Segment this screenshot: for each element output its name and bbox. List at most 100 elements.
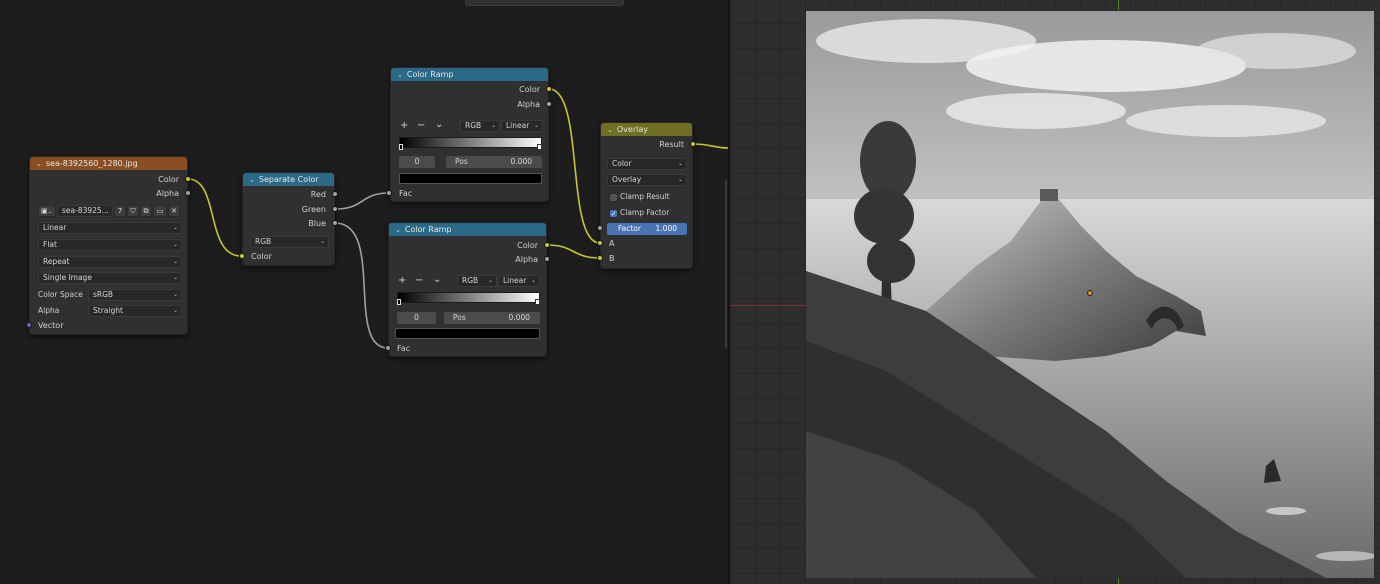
- overlay-data-type-dropdown[interactable]: Color ⌄: [607, 158, 687, 170]
- image-name-field[interactable]: sea-83925...: [57, 205, 113, 217]
- ramp-top-header[interactable]: ⌄ Color Ramp: [391, 68, 548, 81]
- ramp-top-fac-input-socket[interactable]: [386, 190, 392, 196]
- color-ramp-bottom-node[interactable]: ⌄ Color Ramp Color Alpha + − ⌄ RGB ⌄ Line…: [388, 222, 547, 357]
- overlay-mix-node[interactable]: ⌄ Overlay Result Color ⌄ Overlay ⌄ Clamp R…: [600, 122, 693, 269]
- ramp-top-pos-field[interactable]: Pos 0.000: [446, 156, 542, 168]
- ramp-top-index-field[interactable]: 0: [399, 156, 435, 168]
- color-ramp-top-node[interactable]: ⌄ Color Ramp Color Alpha + − ⌄ RGB ⌄ Line…: [390, 67, 549, 202]
- area-resize-handle[interactable]: [725, 180, 727, 348]
- input-vector-label: Vector: [38, 321, 64, 330]
- y-axis-line-bottom: [1118, 578, 1119, 584]
- extension-dropdown[interactable]: Repeat ⌄: [38, 256, 182, 268]
- sample-cursor-icon[interactable]: [1087, 290, 1093, 296]
- ramp-bottom-gradient[interactable]: [397, 292, 540, 303]
- ramp-bottom-index-field[interactable]: 0: [397, 312, 436, 324]
- x-axis-line: [730, 305, 806, 306]
- ramp-bottom-stop-white[interactable]: [535, 299, 540, 305]
- offscreen-node[interactable]: [465, 0, 624, 6]
- clamp-factor-checkbox[interactable]: ✓: [609, 209, 618, 218]
- ramp-menu-chevron-icon[interactable]: ⌄: [433, 275, 441, 285]
- image-texture-node[interactable]: ⌄ sea-8392560_1280.jpg Color Alpha ▣⌄ se…: [29, 156, 188, 335]
- collapse-chevron-icon[interactable]: ⌄: [249, 176, 255, 184]
- ramp-top-stop-color-swatch[interactable]: [399, 173, 542, 184]
- fake-user-shield-icon[interactable]: ⛉: [127, 205, 139, 217]
- separate-mode-dropdown[interactable]: RGB ⌄: [250, 236, 329, 248]
- output-blue-label: Blue: [308, 219, 326, 228]
- source-dropdown[interactable]: Single Image ⌄: [38, 272, 182, 284]
- duplicate-image-icon[interactable]: ⧉: [140, 205, 152, 217]
- overlay-b-input-socket[interactable]: [597, 255, 603, 261]
- ramp-bottom-alpha-output-socket[interactable]: [544, 256, 550, 262]
- ramp-bottom-pos-value: 0.000: [508, 313, 530, 322]
- ramp-top-color-mode-dropdown[interactable]: RGB ⌄: [460, 120, 500, 132]
- ramp-top-color-output-socket[interactable]: [546, 86, 552, 92]
- ramp-bottom-color-output-socket[interactable]: [544, 242, 550, 248]
- ramp-top-stop-white[interactable]: [537, 144, 542, 150]
- remove-stop-icon[interactable]: −: [417, 121, 425, 131]
- chevron-down-icon: ⌄: [677, 160, 683, 167]
- image-viewer[interactable]: [728, 0, 1380, 584]
- y-axis-line-top: [1118, 0, 1119, 10]
- unlink-close-icon[interactable]: ✕: [168, 205, 180, 217]
- separate-green-output-socket[interactable]: [332, 206, 338, 212]
- image-alpha-output-socket[interactable]: [185, 190, 191, 196]
- add-stop-icon[interactable]: +: [398, 276, 406, 286]
- ramp-top-alpha-output-socket[interactable]: [546, 101, 552, 107]
- ramp-menu-chevron-icon[interactable]: ⌄: [435, 120, 443, 130]
- node-editor[interactable]: ⌄ sea-8392560_1280.jpg Color Alpha ▣⌄ se…: [0, 0, 728, 584]
- ramp-top-gradient[interactable]: [399, 137, 542, 148]
- ramp-top-input-fac-label: Fac: [399, 189, 413, 198]
- collapse-chevron-icon[interactable]: ⌄: [395, 226, 401, 234]
- separate-color-input-socket[interactable]: [239, 253, 245, 259]
- ramp-bottom-output-color-label: Color: [517, 241, 538, 250]
- ramp-top-color-mode-value: RGB: [465, 121, 482, 130]
- overlay-factor-input-socket[interactable]: [597, 225, 603, 231]
- separate-blue-output-socket[interactable]: [332, 220, 338, 226]
- projection-dropdown[interactable]: Flat ⌄: [38, 239, 182, 251]
- overlay-node-header[interactable]: ⌄ Overlay: [601, 123, 692, 136]
- clamp-factor-label: Clamp Factor: [620, 208, 670, 217]
- color-space-dropdown[interactable]: sRGB ⌄: [88, 289, 182, 301]
- collapse-chevron-icon[interactable]: ⌄: [607, 126, 613, 134]
- ramp-bottom-pos-field[interactable]: Pos 0.000: [444, 312, 540, 324]
- output-color-label: Color: [158, 175, 179, 184]
- image-vector-input-socket[interactable]: [26, 322, 32, 328]
- ramp-bottom-interp-dropdown[interactable]: Linear ⌄: [498, 275, 540, 287]
- open-folder-icon[interactable]: ▭: [153, 205, 167, 217]
- ramp-top-interp-dropdown[interactable]: Linear ⌄: [501, 120, 543, 132]
- ramp-bottom-color-mode-dropdown[interactable]: RGB ⌄: [457, 275, 497, 287]
- ramp-bottom-fac-input-socket[interactable]: [385, 345, 391, 351]
- overlay-result-output-socket[interactable]: [690, 141, 696, 147]
- link-overlay-result-out: [692, 143, 728, 149]
- chevron-down-icon: ⌄: [533, 122, 539, 129]
- ramp-bottom-stop-black[interactable]: [397, 299, 401, 305]
- separate-red-output-socket[interactable]: [332, 191, 338, 197]
- ramp-bottom-color-mode-value: RGB: [462, 276, 479, 285]
- image-browse-button[interactable]: ▣⌄: [38, 205, 56, 217]
- factor-slider[interactable]: Factor 1.000: [607, 223, 687, 235]
- clamp-result-label: Clamp Result: [620, 192, 670, 201]
- image-node-header[interactable]: ⌄ sea-8392560_1280.jpg: [30, 157, 187, 170]
- clamp-result-checkbox[interactable]: [609, 193, 618, 202]
- overlay-a-input-socket[interactable]: [597, 240, 603, 246]
- chevron-down-icon: ⌄: [172, 224, 178, 231]
- alpha-mode-dropdown[interactable]: Straight ⌄: [88, 305, 182, 317]
- interpolation-dropdown[interactable]: Linear ⌄: [38, 222, 182, 234]
- ramp-top-stop-black[interactable]: [399, 144, 403, 150]
- overlay-input-b-label: B: [609, 254, 615, 263]
- image-user-count[interactable]: 7: [114, 205, 126, 217]
- add-stop-icon[interactable]: +: [400, 121, 408, 131]
- separate-node-header[interactable]: ⌄ Separate Color: [243, 173, 334, 186]
- chevron-down-icon: ⌄: [487, 277, 493, 284]
- overlay-blend-mode-dropdown[interactable]: Overlay ⌄: [607, 174, 687, 186]
- chevron-down-icon: ⌄: [677, 176, 683, 183]
- remove-stop-icon[interactable]: −: [415, 276, 423, 286]
- collapse-chevron-icon[interactable]: ⌄: [36, 160, 42, 168]
- separate-color-node[interactable]: ⌄ Separate Color Red Green Blue RGB ⌄ Col…: [242, 172, 335, 266]
- ramp-bottom-title: Color Ramp: [404, 225, 452, 234]
- ramp-bottom-header[interactable]: ⌄ Color Ramp: [389, 223, 546, 236]
- image-color-output-socket[interactable]: [185, 176, 191, 182]
- collapse-chevron-icon[interactable]: ⌄: [397, 71, 403, 79]
- ramp-bottom-stop-color-swatch[interactable]: [395, 328, 540, 339]
- source-value: Single Image: [43, 273, 92, 282]
